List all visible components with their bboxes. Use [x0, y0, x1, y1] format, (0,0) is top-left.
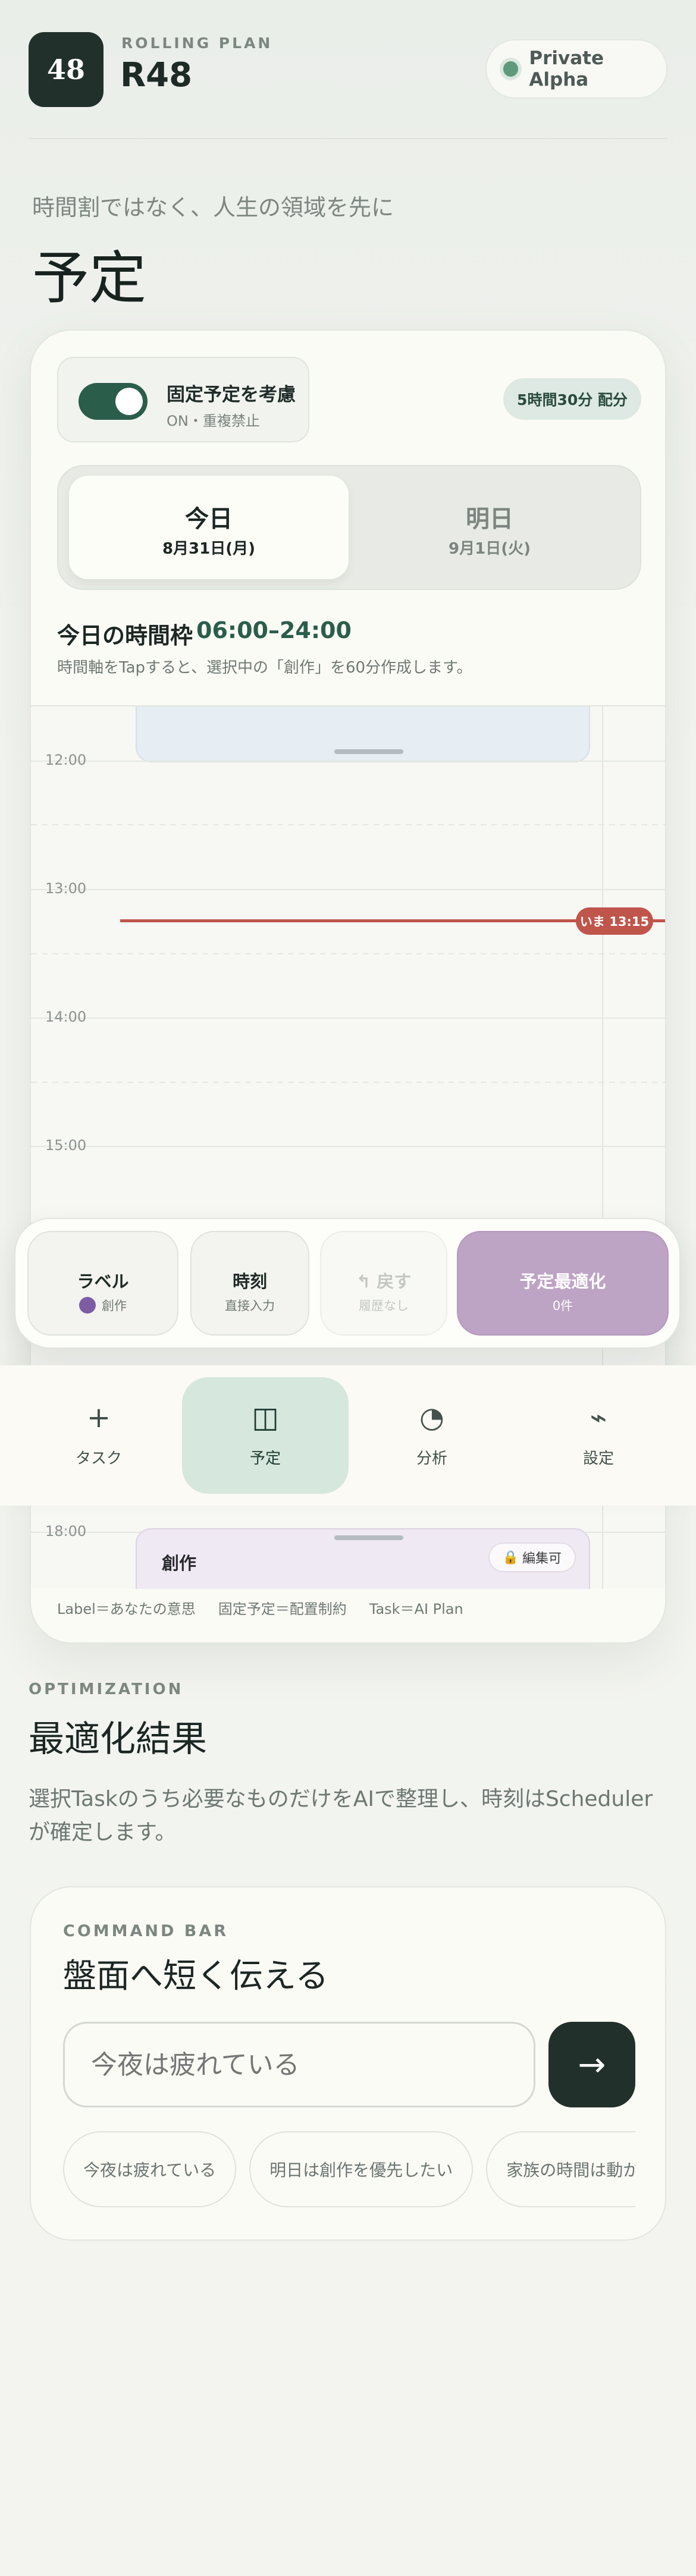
hour-line	[31, 889, 665, 890]
legend-item: Task＝AI Plan	[369, 1601, 463, 1617]
optimize-button-title: 予定最適化	[519, 1271, 606, 1292]
suggestion-chip[interactable]: 今夜は疲れている	[63, 2131, 237, 2207]
toggle-knob	[115, 388, 143, 415]
nav-schedule[interactable]: ◫ 予定	[182, 1377, 349, 1494]
nav-analytics-label: 分析	[416, 1450, 447, 1468]
toggle-subtitle: ON・重複禁止	[167, 413, 260, 429]
half-hour-line	[31, 824, 665, 825]
header-eyebrow: ROLLING PLAN	[121, 34, 273, 52]
command-eyebrow: COMMAND BAR	[63, 1922, 229, 1940]
hour-line	[31, 1146, 665, 1147]
drag-handle[interactable]	[334, 1535, 403, 1540]
tab-tomorrow-label: 明日	[466, 505, 513, 533]
toggle-title: 固定予定を考慮	[167, 384, 296, 406]
time-frame-hint: 時間軸をTapすると、選択中の「創作」を60分作成します。	[57, 659, 472, 677]
nav-analytics[interactable]: ◔ 分析	[349, 1377, 515, 1494]
nav-settings-label: 設定	[582, 1450, 614, 1468]
undo-button-sub: 履歴なし	[359, 1299, 409, 1313]
suggestion-chips: 今夜は疲れている 明日は創作を優先したい 家族の時間は動かさ	[63, 2131, 635, 2209]
suggestion-chip[interactable]: 家族の時間は動かさ	[486, 2131, 635, 2207]
label-button-sub: 創作	[29, 1296, 177, 1314]
hour-line	[31, 1017, 665, 1019]
day-selector: 今日 8月31日(月) 明日 9月1日(火)	[57, 465, 641, 590]
status-dot-icon	[503, 61, 519, 77]
hour-label: 14:00	[45, 1009, 87, 1025]
app-logo: 48	[29, 32, 104, 107]
status-badge[interactable]: Private Alpha	[485, 39, 667, 99]
action-bar: ラベル 創作 時刻 直接入力 ↰ 戻す 履歴なし 予定最適化 0件	[14, 1218, 681, 1349]
label-button-value: 創作	[102, 1299, 127, 1313]
tab-tomorrow-date: 9月1日(火)	[449, 540, 531, 558]
hour-label: 12:00	[45, 752, 87, 768]
current-time-badge: いま 13:15	[576, 907, 653, 935]
time-button-sub: 直接入力	[225, 1299, 275, 1313]
time-button[interactable]: 時刻 直接入力	[190, 1231, 309, 1336]
submit-arrow-icon[interactable]: →	[548, 2022, 635, 2107]
settings-icon: ⌁	[590, 1401, 607, 1434]
legend-item: 固定予定＝配置制約	[218, 1601, 347, 1617]
command-card: COMMAND BAR 盤面へ短く伝える → 今夜は疲れている 明日は創作を優先…	[30, 1886, 666, 2241]
half-hour-line	[31, 1082, 665, 1083]
optimize-button-count: 0件	[552, 1299, 573, 1313]
nav-tasks[interactable]: + タスク	[15, 1377, 182, 1494]
legend-item: Label＝あなたの意思	[57, 1601, 196, 1617]
time-frame-value: 06:00–24:00	[196, 617, 352, 643]
label-button-title: ラベル	[77, 1271, 129, 1292]
pie-chart-icon: ◔	[419, 1401, 444, 1434]
label-button[interactable]: ラベル 創作	[27, 1231, 178, 1336]
event-block-top[interactable]	[136, 706, 590, 762]
hour-label: 15:00	[45, 1137, 87, 1154]
status-label: Private Alpha	[529, 48, 604, 90]
undo-button[interactable]: ↰ 戻す 履歴なし	[320, 1231, 447, 1336]
hour-label: 13:00	[45, 880, 87, 897]
optimize-button[interactable]: 予定最適化 0件	[457, 1231, 669, 1336]
command-input[interactable]	[63, 2022, 535, 2107]
header-divider	[29, 138, 667, 139]
hour-label: 18:00	[45, 1523, 87, 1540]
tab-today-label: 今日	[185, 505, 233, 533]
nav-tasks-label: タスク	[75, 1450, 122, 1468]
tab-today-date: 8月31日(月)	[162, 540, 256, 558]
plus-icon: +	[86, 1401, 111, 1434]
undo-button-title: ↰ 戻す	[356, 1271, 412, 1292]
app-title: R48	[120, 56, 193, 95]
bottom-nav: + タスク ◫ 予定 ◔ 分析 ⌁ 設定	[0, 1365, 696, 1506]
event-block-sosaku[interactable]: 創作 🔒 編集可	[136, 1528, 590, 1589]
toggle-switch[interactable]	[79, 383, 148, 420]
page-subtitle: 時間割ではなく、人生の領域を先に	[32, 194, 394, 221]
optimization-eyebrow: OPTIMIZATION	[29, 1680, 184, 1698]
suggestion-chip[interactable]: 明日は創作を優先したい	[249, 2131, 474, 2207]
drag-handle[interactable]	[334, 749, 403, 754]
optimization-title: 最適化結果	[29, 1719, 207, 1760]
nav-schedule-label: 予定	[249, 1450, 281, 1468]
optimization-description: 選択Taskのうち必要なものだけをAIで整理し、時刻はSchedulerが確定し…	[29, 1787, 653, 1845]
tab-tomorrow[interactable]: 明日 9月1日(火)	[350, 476, 629, 579]
hour-line	[31, 761, 665, 762]
event-title: 創作	[162, 1553, 197, 1573]
allocation-badge: 5時間30分 配分	[503, 378, 641, 420]
lock-label: 編集可	[522, 1551, 562, 1566]
nav-settings[interactable]: ⌁ 設定	[515, 1377, 682, 1494]
lock-icon: 🔒	[502, 1550, 519, 1565]
page-title: 予定	[32, 245, 146, 312]
time-frame-label: 今日の時間枠	[57, 623, 193, 649]
label-color-dot-icon	[79, 1297, 96, 1314]
half-hour-line	[31, 953, 665, 954]
time-button-title: 時刻	[232, 1271, 267, 1292]
legend: Label＝あなたの意思 固定予定＝配置制約 Task＝AI Plan	[57, 1597, 486, 1618]
edit-lock-pill[interactable]: 🔒 編集可	[488, 1543, 576, 1572]
command-title: 盤面へ短く伝える	[63, 1957, 329, 1996]
tab-today[interactable]: 今日 8月31日(月)	[69, 476, 349, 579]
fixed-schedule-toggle[interactable]: 固定予定を考慮 ON・重複禁止	[57, 357, 309, 442]
calendar-icon: ◫	[252, 1401, 279, 1434]
